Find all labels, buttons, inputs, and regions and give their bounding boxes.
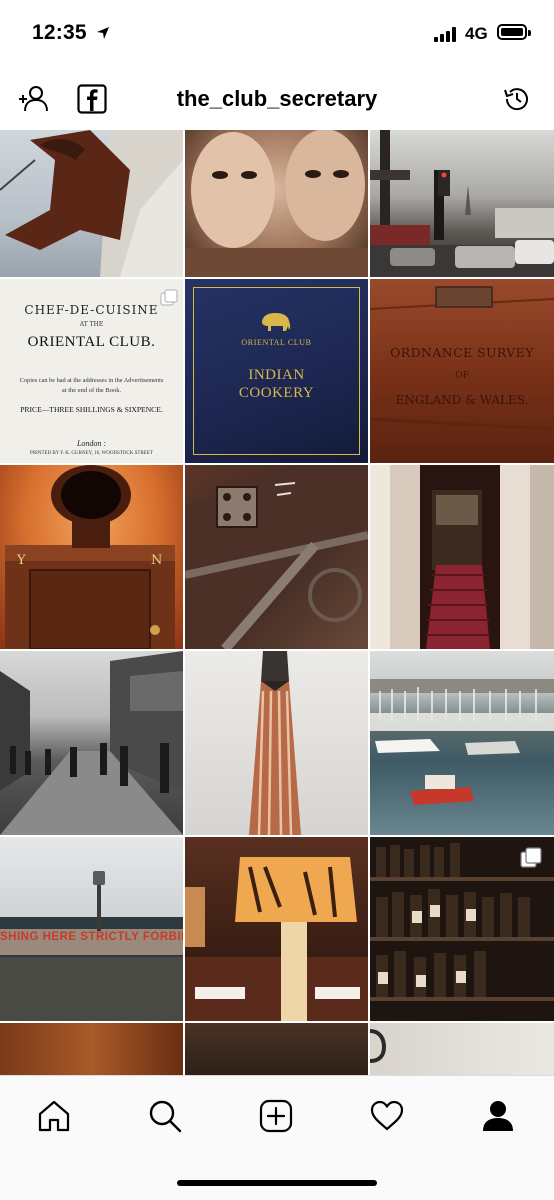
tab-search[interactable] [145, 1096, 185, 1136]
add-post-icon [259, 1099, 293, 1133]
profile-username: the_club_secretary [176, 86, 378, 111]
post-text-3: ENGLAND & WALES. [395, 393, 529, 407]
post-thumbnail[interactable]: ORIENTAL CLUB INDIAN COOKERY [185, 279, 368, 463]
signal-icon [434, 26, 460, 42]
post-thumbnail[interactable] [370, 465, 554, 649]
post-text-2: AT THE [79, 321, 104, 328]
history-icon [504, 88, 528, 111]
post-thumbnail[interactable] [185, 837, 368, 1021]
post-text-3: COOKERY [238, 385, 315, 401]
post-thumbnail[interactable] [370, 130, 554, 277]
post-text-1: ORIENTAL CLUB [241, 338, 312, 347]
post-thumbnail[interactable] [185, 130, 368, 277]
post-text-6: PRICE—THREE SHILLINGS & SIXPENCE. [20, 405, 163, 414]
post-thumbnail[interactable] [0, 651, 183, 835]
post-thumbnail[interactable] [185, 1023, 368, 1075]
archive-button[interactable] [500, 82, 534, 116]
heart-icon [370, 1100, 404, 1131]
profile-header: the_club_secretary [0, 68, 554, 130]
tab-home[interactable] [34, 1096, 74, 1136]
post-text-7: London : [76, 439, 107, 448]
search-icon [149, 1100, 182, 1133]
post-thumbnail[interactable] [185, 651, 368, 835]
post-text-1: Y [17, 553, 26, 568]
post-text-4: Copies can be had at the addresses in th… [19, 377, 164, 384]
tab-new-post[interactable] [256, 1096, 296, 1136]
post-text-2: OF [455, 371, 469, 381]
post-thumbnail[interactable] [370, 1023, 554, 1075]
post-text-1: SHING HERE STRICTLY FORBIDD [0, 931, 183, 943]
post-thumbnail[interactable] [370, 651, 554, 835]
post-thumbnail[interactable] [0, 1023, 183, 1075]
tab-profile[interactable] [478, 1096, 518, 1136]
status-time: 12:35 [32, 21, 87, 44]
home-indicator [177, 1180, 377, 1186]
post-thumbnail[interactable] [370, 837, 554, 1021]
post-thumbnail[interactable]: Y N [0, 465, 183, 649]
post-text-1: ORDNANCE SURVEY [390, 345, 534, 360]
status-bar: 12:35 4G [0, 0, 554, 68]
post-text-1: CHEF-DE-CUISINE [24, 303, 159, 317]
carousel-icon [160, 289, 178, 306]
post-thumbnail[interactable] [0, 130, 183, 277]
post-text-2: N [151, 553, 163, 568]
post-thumbnail[interactable] [185, 465, 368, 649]
post-text-2: INDIAN [248, 367, 305, 383]
post-thumbnail[interactable]: ORDNANCE SURVEY OF ENGLAND & WALES. [370, 279, 554, 463]
location-arrow-icon [97, 27, 109, 39]
post-thumbnail[interactable]: CHEF-DE-CUISINE AT THE ORIENTAL CLUB. Co… [0, 279, 183, 463]
post-text-8: PRINTED BY F. K. GURNEY, 16, WOODSTOCK S… [30, 451, 153, 456]
elephant-icon [262, 313, 291, 331]
profile-icon [483, 1101, 513, 1131]
battery-icon [497, 24, 531, 40]
post-grid: CHEF-DE-CUISINE AT THE ORIENTAL CLUB. Co… [0, 130, 554, 1075]
post-text-5: at the end of the Book. [61, 387, 122, 394]
tab-activity[interactable] [367, 1096, 407, 1136]
post-thumbnail[interactable]: SHING HERE STRICTLY FORBIDD [0, 837, 183, 1021]
network-label: 4G [465, 24, 488, 43]
carousel-icon [520, 847, 542, 868]
post-text-3: ORIENTAL CLUB. [27, 334, 156, 350]
home-icon [38, 1100, 70, 1132]
